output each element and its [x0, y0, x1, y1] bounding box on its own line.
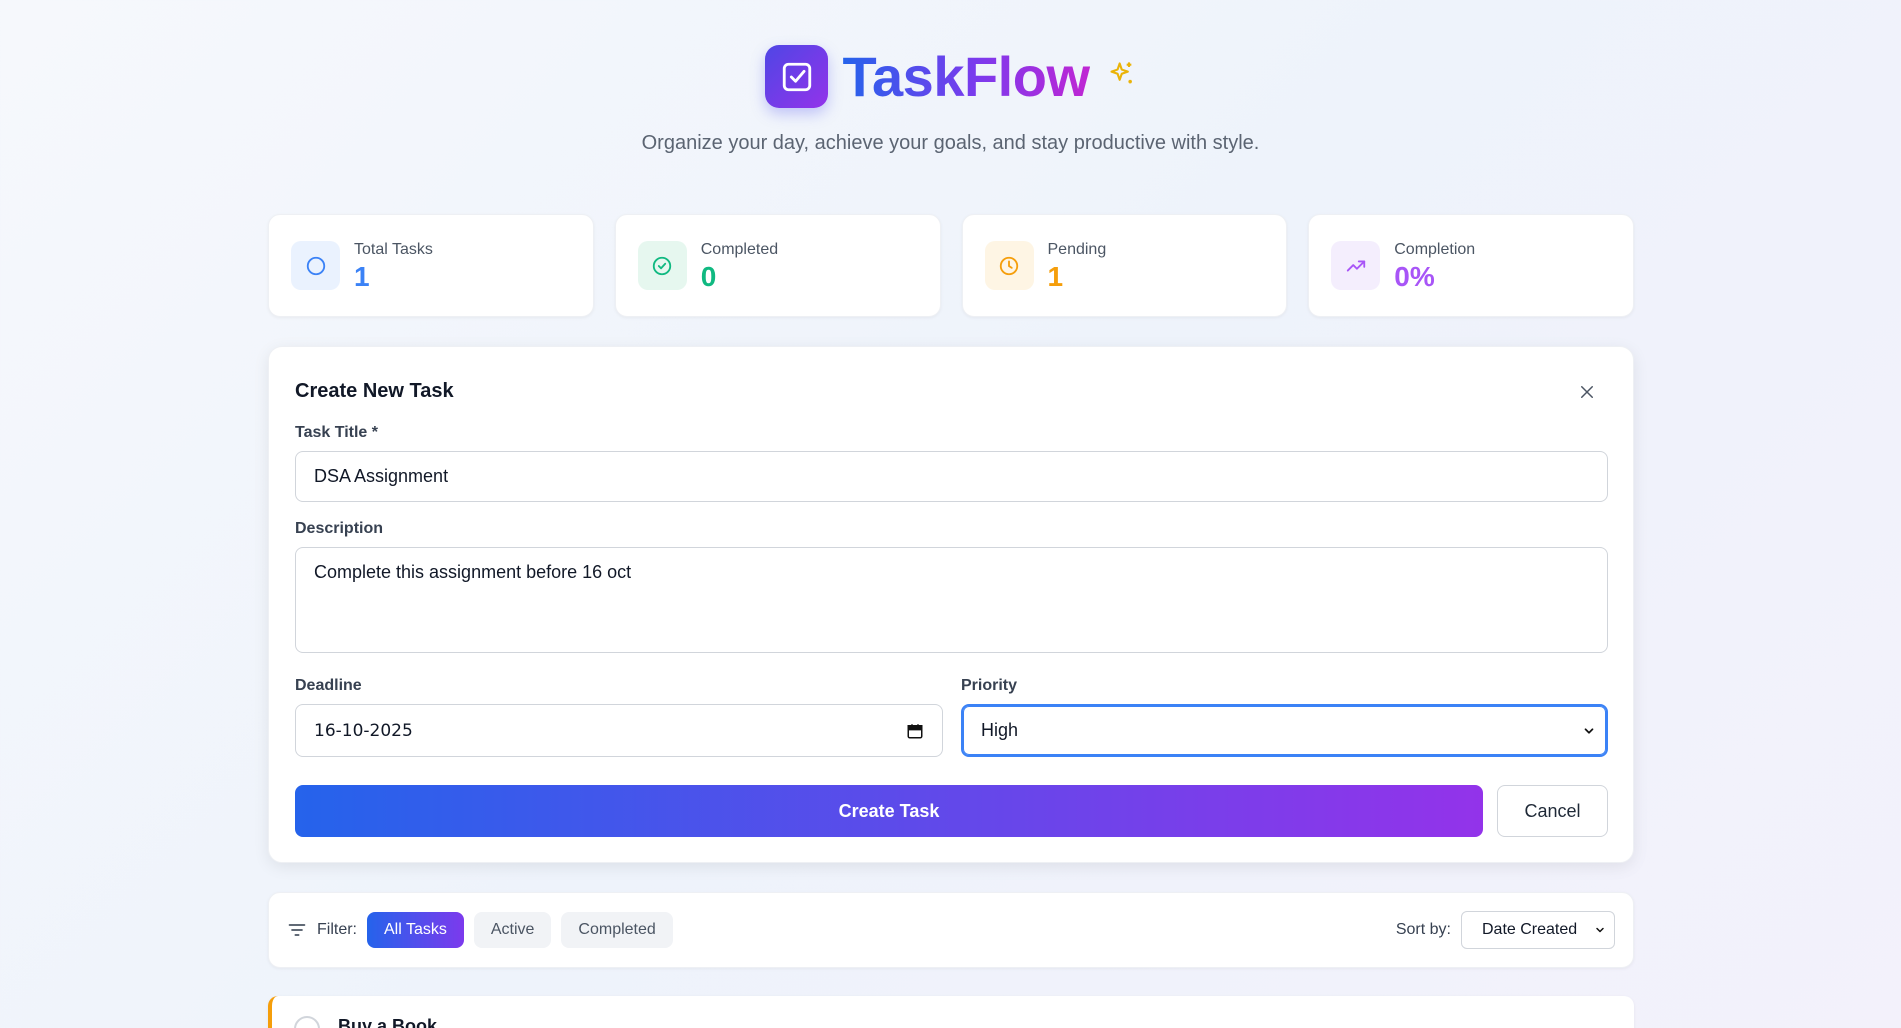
form-title: Create New Task [295, 380, 454, 402]
priority-label: Priority [961, 677, 1018, 694]
cancel-button[interactable]: Cancel [1497, 785, 1608, 837]
filter-all-tasks[interactable]: All Tasks [367, 912, 464, 948]
task-title-value: DSA Assignment [314, 466, 449, 486]
stat-value: 1 [1047, 260, 1064, 292]
description-textarea[interactable]: Complete this assignment before 16 oct [295, 547, 1608, 653]
priority-select[interactable]: High [961, 704, 1608, 757]
task-title-input[interactable]: DSA Assignment [295, 451, 1608, 502]
stat-value: 1 [354, 260, 370, 292]
create-task-button[interactable]: Create Task [295, 785, 1483, 837]
close-icon[interactable] [1575, 380, 1599, 404]
sort-label: Sort by: [1395, 921, 1451, 938]
deadline-value: 16-10-2025 [314, 720, 413, 741]
stat-label: Total Tasks [354, 240, 433, 258]
deadline-label: Deadline [295, 677, 362, 694]
stat-label: Completed [700, 240, 779, 258]
stat-value: 0% [1394, 260, 1435, 292]
task-title-label: Task Title * [295, 424, 378, 441]
filter-active[interactable]: Active [473, 912, 552, 948]
tagline: Organize your day, achieve your goals, a… [641, 132, 1260, 154]
task-title: Buy a Book [338, 1016, 438, 1028]
stat-value: 0 [700, 260, 717, 292]
stat-card-total: Total Tasks 1 [268, 214, 594, 317]
header: TaskFlow Organize your day, achieve your… [0, 45, 1901, 155]
description-value: Complete this assignment before 16 oct [314, 562, 632, 582]
calendar-icon[interactable] [906, 722, 924, 740]
chevron-down-icon [1584, 727, 1594, 734]
sort-control: Sort by: Date Created [1396, 911, 1615, 949]
stat-card-completion: Completion 0% [1308, 214, 1634, 317]
chevron-down-icon [1596, 927, 1604, 933]
filter-completed[interactable]: Completed [561, 912, 673, 948]
sparkle-icon [1109, 61, 1132, 83]
logo [765, 45, 829, 108]
description-label: Description [295, 520, 384, 537]
stat-card-completed: Completed 0 [614, 214, 941, 317]
task-card: Buy a Book [268, 996, 1634, 1028]
app-title: TaskFlow [842, 44, 1090, 108]
stat-label: Pending [1047, 240, 1107, 258]
sort-value: Date Created [1482, 921, 1578, 938]
brand: TaskFlow [765, 45, 1135, 108]
stat-card-pending: Pending 1 [961, 214, 1288, 317]
task-checkbox[interactable] [294, 1016, 320, 1028]
circle-icon [291, 241, 340, 290]
create-task-form: Create New Task Task Title * DSA Assignm… [268, 346, 1634, 863]
priority-value: High [981, 720, 1019, 740]
check-circle-icon [637, 241, 687, 290]
stat-label: Completion [1394, 240, 1476, 258]
filter-bar: Filter: All Tasks Active Completed Sort … [268, 892, 1634, 968]
filter-label: Filter: [317, 921, 357, 938]
checkbox-icon [782, 62, 812, 91]
deadline-input[interactable]: 16-10-2025 [295, 704, 943, 757]
sort-select[interactable]: Date Created [1461, 911, 1615, 949]
stats-row: Total Tasks 1 Completed 0 Pending 1 Comp… [268, 214, 1634, 317]
filter-icon [288, 924, 306, 936]
trending-up-icon [1331, 241, 1381, 290]
clock-icon [984, 241, 1034, 290]
